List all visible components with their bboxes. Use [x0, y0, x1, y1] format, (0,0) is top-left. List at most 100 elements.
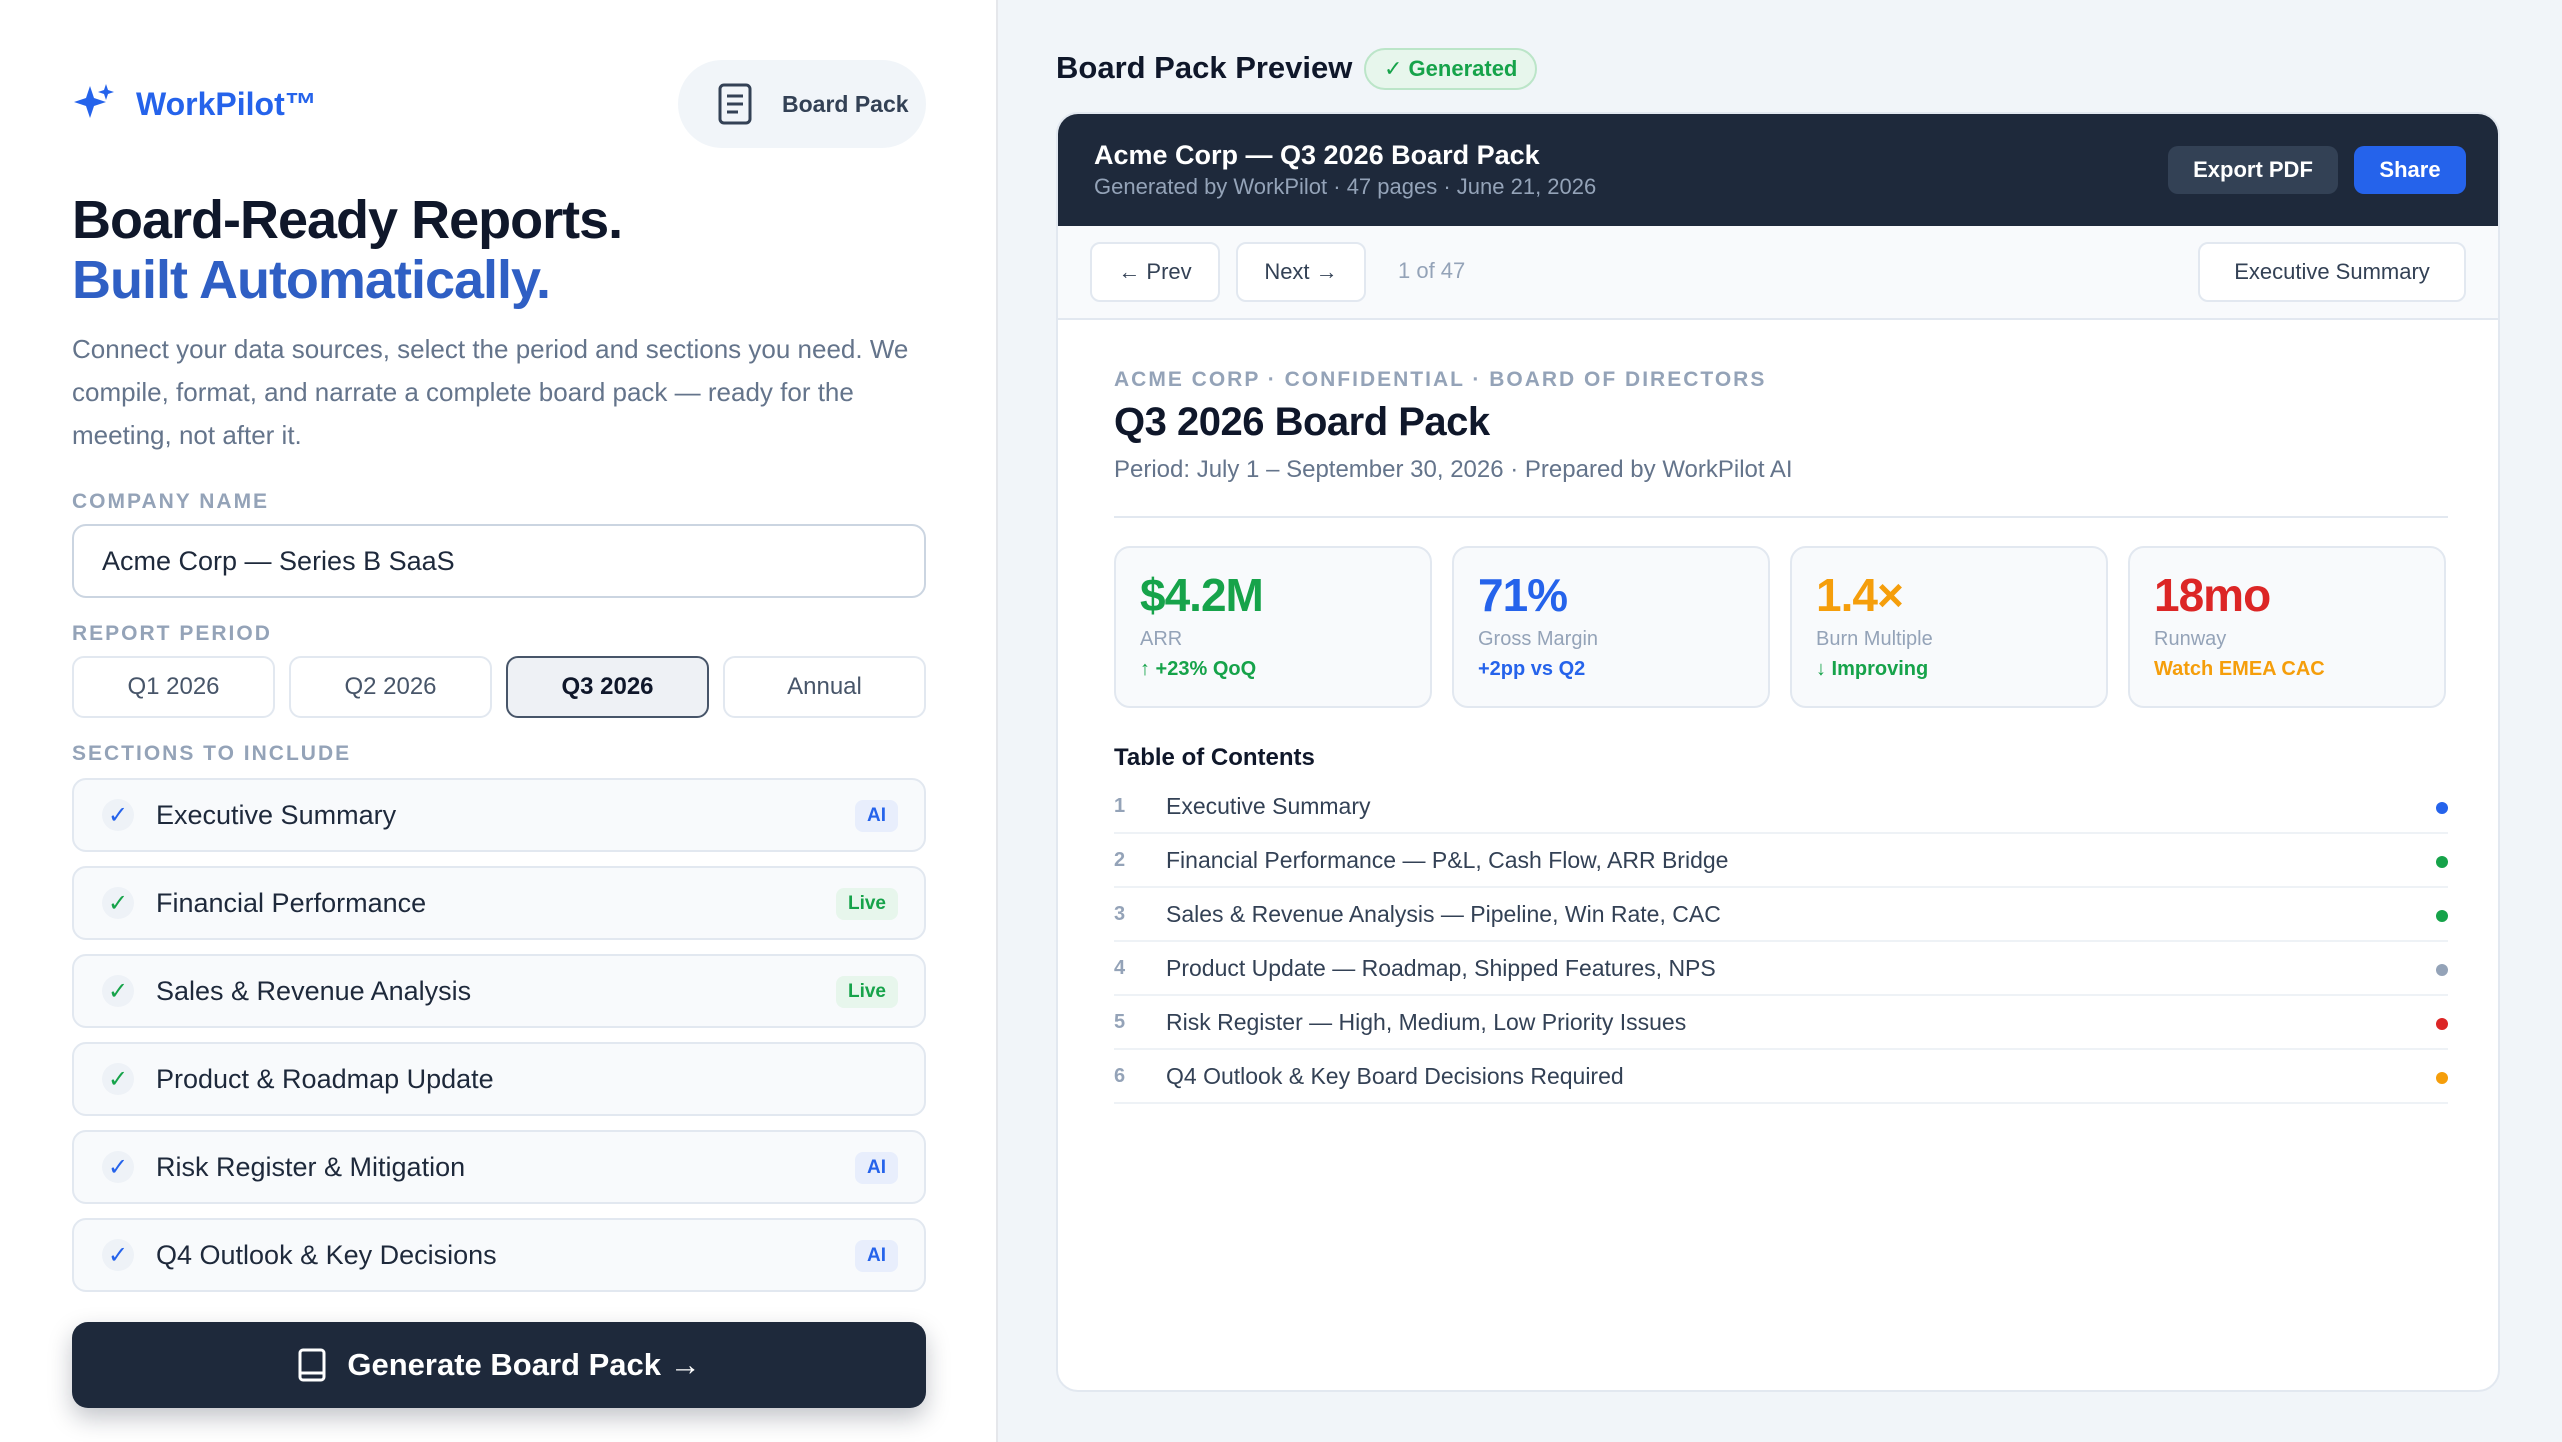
kpi-value: 18mo [2154, 569, 2271, 621]
share-button[interactable]: Share [2354, 146, 2466, 194]
page-heading: Q3 2026 Board Pack [1114, 400, 1490, 444]
hero-line-2: Built Automatically. [72, 250, 551, 310]
document-title: Acme Corp — Q3 2026 Board Pack [1094, 140, 1540, 170]
kpi-card-runway: 18mo Runway Watch EMEA CAC [2128, 546, 2446, 708]
section-item-sales-revenue[interactable]: ✓ Sales & Revenue Analysis Live [72, 954, 926, 1028]
kpi-label: ARR [1140, 628, 1183, 650]
toc-item[interactable]: 2 Financial Performance — P&L, Cash Flow… [1114, 834, 2448, 888]
section-name: Q4 Outlook & Key Decisions [156, 1239, 497, 1270]
toc-number: 2 [1114, 848, 1126, 871]
section-item-product-roadmap[interactable]: ✓ Product & Roadmap Update [72, 1042, 926, 1116]
company-name-label: COMPANY NAME [72, 490, 270, 513]
period-selector: Q1 2026 Q2 2026 Q3 2026 Annual [72, 656, 926, 718]
section-item-executive-summary[interactable]: ✓ Executive Summary AI [72, 778, 926, 852]
period-option-q1[interactable]: Q1 2026 [72, 656, 275, 718]
kpi-label: Gross Margin [1478, 628, 1599, 650]
toc-text: Q4 Outlook & Key Board Decisions Require… [1166, 1062, 1624, 1089]
status-dot [2436, 1018, 2448, 1030]
kpi-card-burn-multiple: 1.4× Burn Multiple ↓ Improving [1790, 546, 2108, 708]
prev-page-button[interactable]: ← Prev [1090, 242, 1220, 302]
toc-item[interactable]: 1 Executive Summary [1114, 780, 2448, 834]
ai-badge: AI [855, 1240, 898, 1272]
toc-text: Sales & Revenue Analysis — Pipeline, Win… [1166, 900, 1721, 927]
check-icon: ✓ [102, 975, 134, 1007]
section-item-financial-performance[interactable]: ✓ Financial Performance Live [72, 866, 926, 940]
toc-item[interactable]: 5 Risk Register — High, Medium, Low Prio… [1114, 996, 2448, 1050]
toc-item[interactable]: 4 Product Update — Roadmap, Shipped Feat… [1114, 942, 2448, 996]
document-subtitle: Generated by WorkPilot · 47 pages · June… [1094, 174, 1597, 199]
board-pack-button[interactable]: Board Pack [678, 60, 926, 148]
section-name: Product & Roadmap Update [156, 1063, 494, 1094]
kpi-card-arr: $4.2M ARR ↑ +23% QoQ [1114, 546, 1432, 708]
generate-label: Generate Board Pack → [347, 1347, 701, 1382]
period-option-annual[interactable]: Annual [723, 656, 926, 718]
toc-text: Product Update — Roadmap, Shipped Featur… [1166, 954, 1716, 981]
period-option-q2[interactable]: Q2 2026 [289, 656, 492, 718]
document-toolbar: ← Prev Next → 1 of 47 Executive Summary [1058, 226, 2498, 320]
section-name: Sales & Revenue Analysis [156, 975, 472, 1006]
section-name: Risk Register & Mitigation [156, 1151, 466, 1182]
board-pack-label: Board Pack [782, 90, 909, 117]
check-icon: ✓ [102, 1063, 134, 1095]
sparkle-icon [74, 84, 114, 118]
toc-text: Risk Register — High, Medium, Low Priori… [1166, 1008, 1687, 1035]
toc-number: 4 [1114, 956, 1126, 979]
check-icon: ✓ [102, 1151, 134, 1183]
toc-text: Financial Performance — P&L, Cash Flow, … [1166, 846, 1729, 873]
document-preview: Acme Corp — Q3 2026 Board Pack Generated… [1056, 112, 2500, 1392]
document-header: Acme Corp — Q3 2026 Board Pack Generated… [1058, 114, 2498, 226]
kpi-delta: Watch EMEA CAC [2154, 658, 2325, 680]
next-page-button[interactable]: Next → [1236, 242, 1366, 302]
hero-headline: Board-Ready Reports. Built Automatically… [72, 190, 623, 310]
period-option-q3[interactable]: Q3 2026 [506, 656, 709, 718]
config-panel: WorkPilot™ Board Pack Board-Ready Report… [0, 0, 998, 1442]
status-dot [2436, 802, 2448, 814]
kpi-delta: ↑ +23% QoQ [1140, 658, 1257, 680]
status-dot [2436, 856, 2448, 868]
hero-description: Connect your data sources, select the pe… [72, 334, 909, 450]
period-line: Period: July 1 – September 30, 2026 · Pr… [1114, 456, 1793, 483]
sections-label: SECTIONS TO INCLUDE [72, 742, 352, 765]
page-indicator: 1 of 47 [1398, 258, 1466, 283]
kpi-delta: ↓ Improving [1816, 658, 1929, 680]
kpi-card-gross-margin: 71% Gross Margin +2pp vs Q2 [1452, 546, 1770, 708]
kpi-value: 71% [1478, 569, 1568, 621]
toc-number: 1 [1114, 794, 1126, 817]
status-dot [2436, 1072, 2448, 1084]
toc-text: Executive Summary [1166, 792, 1371, 819]
hero-line-1: Board-Ready Reports. [72, 190, 623, 250]
check-icon: ✓ [102, 887, 134, 919]
check-icon: ✓ [102, 799, 134, 831]
document-icon [718, 83, 752, 125]
live-badge: Live [835, 888, 898, 920]
section-item-q4-outlook[interactable]: ✓ Q4 Outlook & Key Decisions AI [72, 1218, 926, 1292]
preview-panel: Board Pack Preview ✓ Generated Acme Corp… [998, 0, 2562, 1442]
kpi-delta: +2pp vs Q2 [1478, 658, 1586, 680]
export-pdf-button[interactable]: Export PDF [2168, 146, 2338, 194]
divider [1114, 516, 2448, 518]
table-of-contents: 1 Executive Summary 2 Financial Performa… [1114, 780, 2448, 1104]
company-name-input[interactable]: Acme Corp — Series B SaaS [72, 524, 926, 598]
toc-item[interactable]: 3 Sales & Revenue Analysis — Pipeline, W… [1114, 888, 2448, 942]
status-dot [2436, 910, 2448, 922]
generated-status-badge: ✓ Generated [1364, 48, 1538, 90]
status-dot [2436, 964, 2448, 976]
generate-board-pack-button[interactable]: Generate Board Pack → [72, 1322, 926, 1408]
report-period-label: REPORT PERIOD [72, 622, 272, 645]
document-kicker: ACME CORP · CONFIDENTIAL · BOARD OF DIRE… [1114, 368, 1767, 391]
brand-name: WorkPilot™ [136, 85, 317, 122]
kpi-label: Runway [2154, 628, 2227, 650]
toc-item[interactable]: 6 Q4 Outlook & Key Board Decisions Requi… [1114, 1050, 2448, 1104]
toc-title: Table of Contents [1114, 744, 1315, 771]
sections-list: ✓ Executive Summary AI ✓ Financial Perfo… [72, 778, 926, 1292]
ai-badge: AI [855, 1152, 898, 1184]
section-item-risk-register[interactable]: ✓ Risk Register & Mitigation AI [72, 1130, 926, 1204]
brand[interactable]: WorkPilot™ [72, 82, 317, 126]
kpi-value: 1.4× [1816, 569, 1904, 621]
section-name: Executive Summary [156, 799, 397, 830]
preview-title: Board Pack Preview [1056, 50, 1353, 85]
live-badge: Live [835, 976, 898, 1008]
kpi-label: Burn Multiple [1816, 628, 1933, 650]
toc-number: 6 [1114, 1064, 1126, 1087]
section-selector[interactable]: Executive Summary [2198, 242, 2466, 302]
